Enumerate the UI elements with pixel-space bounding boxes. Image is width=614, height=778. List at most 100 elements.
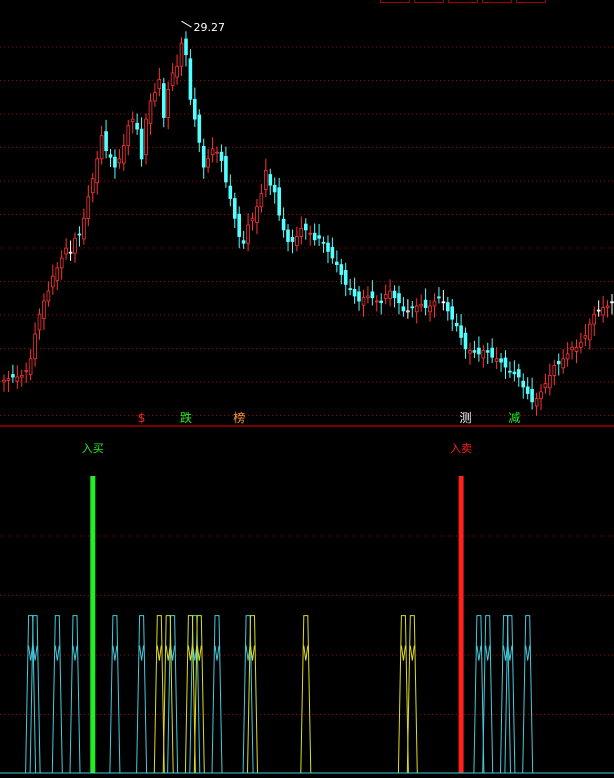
indicator-spikes [25,615,534,774]
candle [583,323,588,346]
indicator-spike [397,615,409,774]
candle-body [232,198,237,219]
candle [55,262,60,291]
candle-body [215,151,219,154]
candle [406,299,410,319]
candle [517,363,521,387]
candle-body [91,178,95,194]
candle-body [326,242,330,252]
candle-body [19,374,24,378]
candle [556,353,561,376]
candle-body [55,267,60,281]
candle [570,341,574,360]
candle-body [512,371,517,375]
candle [166,81,171,130]
indicator-spike [211,615,223,774]
candle [210,137,215,163]
candle-body [6,378,11,381]
candle-body [441,301,446,304]
candle-body [179,42,184,67]
candle-body [259,193,264,208]
indicator-spike [153,615,165,774]
candle [534,392,539,416]
candle [410,300,415,318]
candle [419,294,423,312]
candle-body [148,100,153,124]
candle [19,369,24,387]
candle-body [250,217,255,222]
candle-body [135,122,139,130]
candle [33,322,37,367]
candle-body [339,264,344,275]
candle-body [197,114,202,143]
candle [255,199,259,235]
chart-canvas[interactable]: 29.27 $ 跌 榜 测 减 入买 入卖 [0,0,614,778]
candle-body [383,293,388,299]
candle [46,281,51,307]
candle [64,238,68,260]
candle-body [610,301,614,304]
candle [153,82,157,107]
candle [277,178,281,221]
event-marker: 跌 [180,410,192,425]
candle [308,225,312,246]
candle-body [161,83,166,118]
candle-body [268,174,273,186]
candle-body [561,358,565,369]
candle [494,347,499,370]
candle-body [37,313,42,331]
candle-body [126,125,131,147]
candle-body [286,229,290,242]
candle [139,117,144,167]
candle-body [321,241,326,244]
candle [73,232,77,263]
candle-body [33,333,37,360]
indicator-spike [136,615,148,774]
candle [574,339,579,364]
candle [543,373,548,394]
candle-body [2,379,6,383]
event-marker: 榜 [233,410,245,425]
candle [86,185,91,227]
candle-body [82,217,86,240]
candle-body [64,247,68,255]
candle [561,349,565,374]
candle-body [517,369,521,378]
candle [321,236,326,253]
candle-body [24,369,28,372]
candle-body [86,196,91,219]
candle [170,63,175,92]
candle-body [184,38,188,56]
candle-body [237,213,242,237]
candle-body [392,290,397,299]
candle-body [317,235,321,239]
candle [370,280,375,306]
candle [68,240,73,261]
candle [357,286,361,311]
candle-body [210,148,215,156]
candle-body [552,365,557,376]
candle [388,279,392,307]
candle [454,313,459,332]
candle [366,286,370,304]
candle [303,218,308,240]
event-marker: 减 [508,411,520,425]
candle [317,223,321,246]
candle [135,113,139,135]
candle [374,295,379,312]
candle [392,285,397,308]
candle [179,37,184,77]
candle [459,314,463,346]
candle [397,285,401,315]
candle [352,277,357,304]
candle-body [246,224,250,244]
candle-body [481,350,486,359]
candle [437,287,441,304]
candle-body [432,300,437,307]
candle-body [406,310,410,313]
candle [241,230,246,249]
candle-body [437,296,441,299]
candle [192,87,197,127]
candle [197,109,202,153]
candle-body [11,374,15,378]
